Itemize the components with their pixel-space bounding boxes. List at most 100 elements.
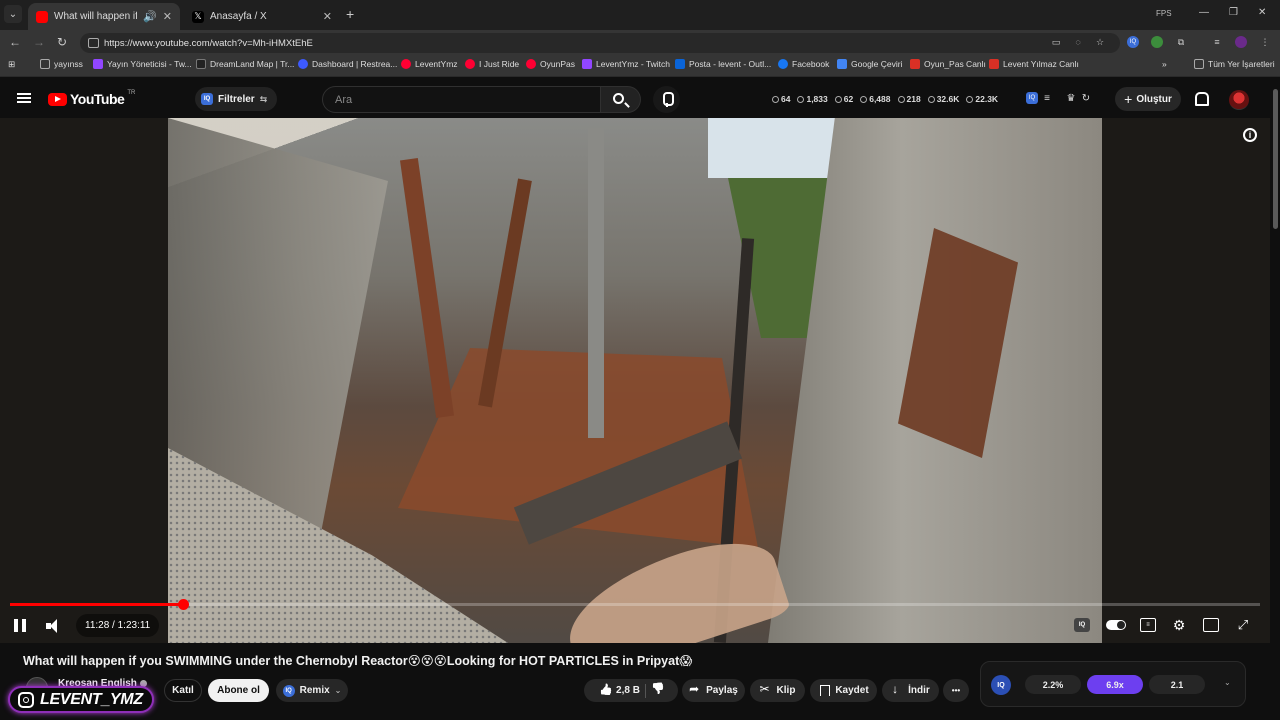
- site-info-icon[interactable]: [88, 38, 99, 48]
- subtitles-icon[interactable]: ≡: [1140, 618, 1156, 632]
- chevron-down-icon[interactable]: ⌄: [1224, 678, 1231, 687]
- eye-off-icon[interactable]: ◌: [1072, 36, 1084, 48]
- bookmark-item[interactable]: OyunPas: [526, 59, 575, 69]
- bookmark-item[interactable]: Facebook: [778, 59, 829, 69]
- profile-avatar-icon[interactable]: [1235, 36, 1247, 48]
- site-icon: [989, 59, 999, 69]
- tab-youtube[interactable]: What will happen if you SWIMMING under t…: [28, 3, 180, 30]
- bookmark-item[interactable]: LeventYmz: [401, 59, 458, 69]
- voice-search-button[interactable]: [653, 86, 680, 113]
- page-scrollbar[interactable]: [1271, 81, 1280, 720]
- video-sky: [708, 118, 843, 178]
- address-bar[interactable]: https://www.youtube.com/watch?v=Mh-iHMXt…: [80, 33, 1120, 53]
- bookmark-item[interactable]: I Just Ride: [465, 59, 519, 69]
- restore-button[interactable]: ❐: [1229, 7, 1238, 18]
- tab-close-icon[interactable]: ✕: [323, 10, 332, 23]
- save-button[interactable]: Kaydet: [810, 679, 877, 702]
- speaker-icon[interactable]: 🔊: [143, 10, 157, 23]
- create-button[interactable]: + Oluştur: [1115, 87, 1181, 111]
- remix-label: Remix: [299, 685, 330, 696]
- join-button[interactable]: Katıl: [164, 679, 202, 702]
- video-title: What will happen if you SWIMMING under t…: [23, 654, 693, 668]
- iq-metric-outlier: 6.9x: [1087, 675, 1143, 694]
- bookmark-item[interactable]: Posta - levent - Outl...: [675, 59, 771, 69]
- minimize-button[interactable]: —: [1199, 7, 1209, 18]
- scrubber-handle[interactable]: [177, 599, 189, 610]
- translate-icon: [837, 59, 847, 69]
- remix-button[interactable]: IQ Remix ⌄: [276, 679, 348, 702]
- account-avatar[interactable]: [1229, 90, 1249, 110]
- pause-icon[interactable]: [14, 619, 26, 632]
- autoplay-toggle[interactable]: [1105, 618, 1127, 632]
- tab-x[interactable]: 𝕏 Anasayfa / X ✕: [184, 3, 340, 30]
- like-button[interactable]: 2,8 B: [599, 685, 640, 697]
- miniplayer-icon[interactable]: [1203, 618, 1219, 632]
- extension-stats: 64 1,833 62 6,488 218 32.6K 22.3K: [772, 94, 998, 104]
- progress-bar[interactable]: [10, 599, 1260, 610]
- video-player[interactable]: i 11:28 / 1:23:11 IQ ≡ ⚙ ⤢: [0, 118, 1270, 643]
- info-icon[interactable]: i: [1243, 128, 1257, 142]
- bookmark-item[interactable]: DreamLand Map | Tr...: [196, 59, 294, 69]
- back-icon[interactable]: ←: [9, 35, 21, 49]
- trophy-icon[interactable]: ♛: [1065, 92, 1077, 104]
- search-button[interactable]: [601, 86, 641, 113]
- person-icon: [927, 95, 935, 103]
- volume-icon[interactable]: [46, 619, 62, 633]
- video-girder: [399, 158, 455, 418]
- time-text: 11:28 / 1:23:11: [85, 620, 151, 631]
- youtube-header: YouTube TR IQ Filtreler ⇆ Ara 64 1,833 6…: [0, 81, 1280, 118]
- bookmark-label: DreamLand Map | Tr...: [210, 59, 295, 69]
- iq-icon[interactable]: IQ: [1026, 92, 1038, 104]
- bookmark-star-icon[interactable]: ☆: [1094, 36, 1106, 48]
- filters-button[interactable]: IQ Filtreler ⇆: [195, 87, 278, 111]
- url-text: https://www.youtube.com/watch?v=Mh-iHMXt…: [104, 37, 313, 49]
- menu-icon[interactable]: [17, 93, 31, 103]
- download-button[interactable]: İndir: [882, 679, 939, 702]
- list-icon[interactable]: ≡: [1041, 92, 1053, 104]
- close-window-button[interactable]: ✕: [1258, 7, 1266, 18]
- search-input[interactable]: Ara: [322, 86, 601, 113]
- bookmark-item[interactable]: LeventYmz - Twitch: [582, 59, 670, 69]
- browser-menu-icon[interactable]: ⋮: [1259, 36, 1271, 48]
- settings-gear-icon[interactable]: ⚙: [1171, 617, 1187, 633]
- extensions-puzzle-icon[interactable]: ⧉: [1175, 36, 1187, 48]
- video-frame[interactable]: [168, 118, 1102, 643]
- forward-icon[interactable]: →: [33, 35, 45, 49]
- share-icon: [689, 682, 701, 697]
- extension-icon[interactable]: [1151, 36, 1163, 48]
- scrollbar-thumb[interactable]: [1273, 89, 1278, 229]
- dislike-button[interactable]: [651, 683, 663, 698]
- youtube-logo[interactable]: YouTube TR: [48, 90, 135, 107]
- bookmark-item[interactable]: Levent Yılmaz Canlı: [989, 59, 1079, 69]
- notifications-bell-icon[interactable]: [1193, 91, 1209, 106]
- clip-button[interactable]: Klip: [750, 679, 805, 702]
- tab-search-button[interactable]: ⌄: [4, 5, 22, 23]
- bookmark-item[interactable]: Yayın Yöneticisi - Tw...: [93, 59, 192, 69]
- bookmark-item[interactable]: yayınss: [40, 59, 83, 69]
- more-actions-button[interactable]: •••: [943, 679, 969, 702]
- bookmarks-overflow-button[interactable]: »: [1162, 59, 1167, 69]
- tab-search-icon[interactable]: ≡: [1211, 36, 1223, 48]
- bookmark-label: LeventYmz - Twitch: [596, 59, 671, 69]
- share-button[interactable]: Paylaş: [682, 679, 745, 702]
- new-tab-button[interactable]: +: [346, 6, 354, 22]
- iq-extension-icon[interactable]: IQ: [1127, 36, 1139, 48]
- apps-grid-icon[interactable]: ⊞: [8, 59, 15, 70]
- tab-close-icon[interactable]: ✕: [163, 10, 172, 23]
- tab-title: What will happen if you SWIMMING under t…: [54, 11, 138, 22]
- bookmark-item[interactable]: Oyun_Pas Canlı: [910, 59, 986, 69]
- fullscreen-icon[interactable]: ⤢: [1235, 617, 1251, 632]
- iq-player-icon[interactable]: IQ: [1074, 618, 1090, 632]
- all-bookmarks-button[interactable]: Tüm Yer İşaretleri: [1194, 59, 1275, 69]
- bookmark-item[interactable]: Dashboard | Restrea...: [298, 59, 397, 69]
- youtube-icon: [526, 59, 536, 69]
- join-label: Katıl: [172, 685, 194, 696]
- search-icon: [613, 93, 624, 104]
- reload-icon[interactable]: ↻: [57, 35, 67, 49]
- refresh-icon[interactable]: ↻: [1080, 92, 1092, 104]
- subscribe-button[interactable]: Abone ol: [208, 679, 269, 702]
- bookmark-label: Oyun_Pas Canlı: [924, 59, 986, 69]
- bookmark-item[interactable]: Google Çeviri: [837, 59, 903, 69]
- folder-icon: [1194, 59, 1204, 69]
- cast-icon[interactable]: ▭: [1050, 36, 1062, 48]
